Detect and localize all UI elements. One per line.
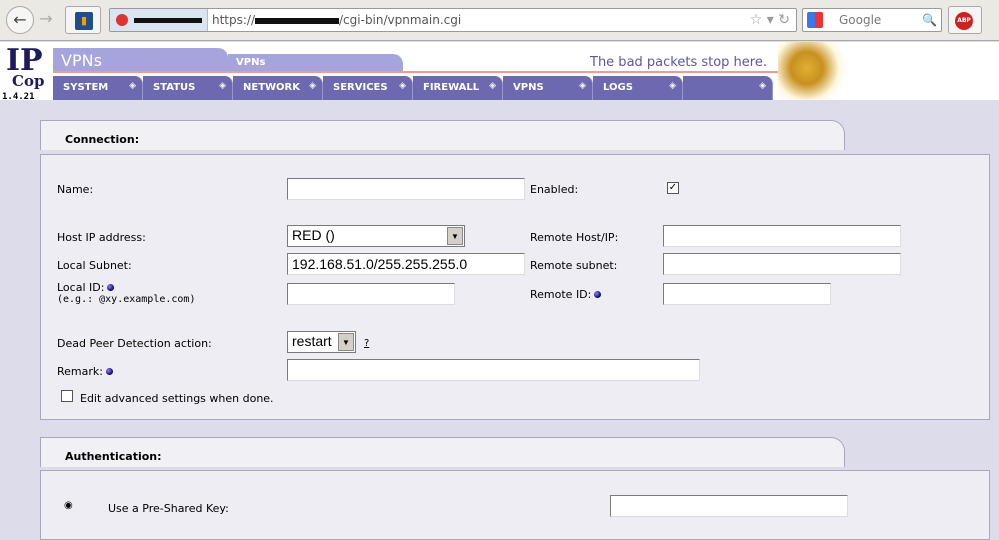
- remote-subnet-label: Remote subnet:: [530, 259, 618, 272]
- host-ip-select[interactable]: RED () ▼: [287, 225, 465, 247]
- site-identity[interactable]: [110, 9, 208, 31]
- nav-firewall[interactable]: Firewall ◈: [413, 76, 503, 100]
- browser-toolbar: ← → ▮ https:// /cgi-bin/vpnmain.cgi ☆ ▾ ↻…: [0, 0, 999, 41]
- back-button[interactable]: ←: [6, 6, 34, 34]
- search-box[interactable]: Google 🔍: [802, 8, 942, 32]
- remote-id-input[interactable]: [663, 283, 831, 305]
- local-id-input[interactable]: [287, 283, 455, 305]
- remark-label: Remark:: [57, 365, 103, 378]
- nav-system[interactable]: System ◈: [53, 76, 143, 100]
- nav-services[interactable]: Services ◈: [323, 76, 413, 100]
- nav-logs[interactable]: Logs ◈: [593, 76, 683, 100]
- nav-extra[interactable]: ◈: [683, 76, 773, 100]
- forward-button[interactable]: →: [32, 6, 60, 34]
- dpd-select[interactable]: restart ▼: [287, 331, 356, 353]
- enabled-checkbox[interactable]: ✓: [667, 182, 679, 194]
- dpd-label: Dead Peer Detection action:: [57, 337, 212, 350]
- abp-icon: ABP: [955, 12, 973, 30]
- host-ip-label: Host IP address:: [57, 231, 146, 244]
- help-link[interactable]: ?: [364, 338, 369, 349]
- authentication-header: Authentication:: [40, 437, 845, 467]
- local-id-hint: (e.g.: @xy.example.com): [57, 294, 196, 305]
- required-dot-icon: [105, 368, 113, 375]
- search-icon[interactable]: 🔍: [922, 9, 937, 31]
- blocked-icon: [116, 14, 128, 26]
- local-subnet-input[interactable]: [287, 253, 525, 275]
- remote-host-label: Remote Host/IP:: [530, 231, 619, 244]
- nav-network[interactable]: Network ◈: [233, 76, 323, 100]
- bookmark-star-icon[interactable]: ☆: [750, 12, 763, 28]
- name-input[interactable]: [287, 178, 525, 200]
- mascot-image: [778, 42, 850, 100]
- enabled-label: Enabled:: [530, 183, 579, 196]
- advanced-label: Edit advanced settings when done.: [80, 392, 274, 405]
- remote-id-label: Remote ID:: [530, 288, 592, 301]
- name-label: Name:: [57, 183, 94, 196]
- required-dot-icon: [594, 291, 602, 298]
- connection-header: Connection:: [40, 120, 845, 150]
- url-path: /cgi-bin/vpnmain.cgi: [339, 13, 462, 27]
- ipcop-logo: IP Cop 1.4.21: [2, 43, 45, 103]
- psk-radio[interactable]: ◉: [64, 500, 73, 511]
- local-id-label: Local ID:: [57, 281, 105, 294]
- advanced-checkbox[interactable]: [61, 390, 73, 402]
- adblock-button[interactable]: ABP: [948, 6, 982, 34]
- nav-status[interactable]: Status ◈: [143, 76, 233, 100]
- required-dot-icon: [107, 284, 115, 291]
- app-tab-button[interactable]: ▮: [65, 6, 101, 34]
- chart-icon: ▮: [75, 12, 93, 30]
- slogan: The bad packets stop here.: [590, 55, 767, 70]
- nav-vpns[interactable]: VPNs ◈: [503, 76, 593, 100]
- local-subnet-label: Local Subnet:: [57, 259, 132, 272]
- remote-subnet-input[interactable]: [663, 253, 901, 275]
- page-title: VPNs: [53, 48, 228, 72]
- version: 1.4.21: [2, 92, 35, 102]
- psk-input[interactable]: [610, 495, 848, 517]
- divider: [53, 71, 803, 73]
- chevron-down-icon: ▼: [447, 227, 463, 245]
- search-placeholder: Google: [839, 13, 882, 27]
- google-icon: [807, 12, 823, 28]
- main-nav: System ◈ Status ◈ Network ◈ Services ◈ Firew…: [53, 76, 773, 100]
- chevron-down-icon: ▼: [338, 333, 354, 351]
- sub-tab-vpns[interactable]: VPNs: [228, 54, 403, 72]
- page-header: IP Cop 1.4.21 VPNs VPNs The bad packets st…: [0, 42, 999, 103]
- psk-label: Use a Pre-Shared Key:: [108, 502, 229, 515]
- dropdown-icon[interactable]: ▾: [767, 12, 774, 28]
- remark-input[interactable]: [287, 359, 700, 381]
- reload-icon[interactable]: ↻: [778, 12, 790, 28]
- address-bar[interactable]: https:// /cgi-bin/vpnmain.cgi ☆ ▾ ↻: [109, 8, 797, 32]
- remote-host-input[interactable]: [663, 225, 901, 247]
- url-prefix: https://: [212, 13, 256, 27]
